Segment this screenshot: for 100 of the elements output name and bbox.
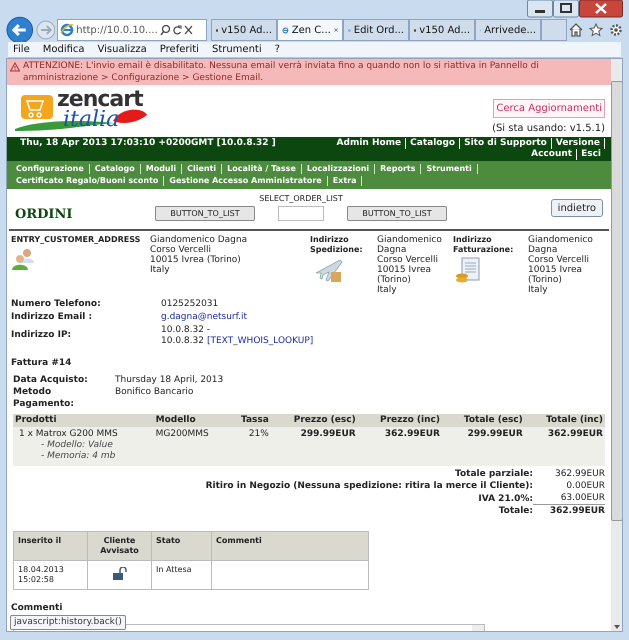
- list-button[interactable]: BUTTON_TO_LIST: [347, 206, 447, 221]
- warning-icon: [10, 62, 20, 72]
- invoice-icon: [455, 256, 481, 284]
- field-value: Bonifico Bancario: [115, 386, 194, 399]
- maximize-button[interactable]: [553, 0, 579, 18]
- nav-link[interactable]: Clienti: [182, 164, 222, 174]
- column-header: Prezzo (inc): [358, 414, 442, 427]
- search-icon[interactable]: [160, 24, 170, 36]
- product-attribute: - Memoria: 4 mb: [40, 451, 116, 462]
- total-label: Totale:: [498, 506, 533, 517]
- column-header: Prezzo (esc): [270, 414, 358, 427]
- nav-link[interactable]: Localizzazioni: [302, 164, 376, 174]
- table-cell-text: 18.04.2013 15:02:58: [18, 565, 65, 585]
- header-link[interactable]: Admin Home: [332, 138, 406, 149]
- home-icon[interactable]: [569, 23, 583, 37]
- column-header: Totale (inc): [524, 414, 605, 427]
- comments-heading: Commenti: [10, 602, 64, 615]
- close-icon[interactable]: [184, 24, 193, 36]
- whois-link[interactable]: [TEXT_WHOIS_LOOKUP]: [206, 336, 314, 346]
- nav-link[interactable]: Configurazione: [11, 164, 90, 174]
- product-attribute: - Modello: Value: [40, 440, 114, 451]
- browser-tab[interactable]: v150 Ad...: [409, 19, 475, 41]
- scroll-down-arrow[interactable]: [613, 623, 621, 631]
- table-cell-text: 362.99EUR: [384, 429, 440, 440]
- close-icon[interactable]: [334, 26, 338, 34]
- total-label: Ritiro in Negozio (Nessuna spedizione: ritira la merce il Cliente):: [206, 481, 533, 492]
- table-cell-text: In Attesa: [156, 565, 193, 575]
- tab-label: Edit Ord...: [354, 24, 404, 38]
- header-link[interactable]: Esci: [577, 149, 605, 160]
- address-text: Giandomenico Dagna Corso Vercelli 10015 Ivrea (Torino) Italy: [377, 234, 443, 294]
- users-icon: [11, 246, 37, 270]
- header-link[interactable]: Sito di Supporto: [460, 138, 552, 149]
- minimize-button[interactable]: [527, 0, 553, 18]
- nav-link[interactable]: Strumenti: [421, 164, 478, 174]
- address-label: ENTRY_CUSTOMER_ADDRESS: [11, 234, 142, 244]
- table-cell-text: 299.99EUR: [300, 429, 356, 440]
- tab-label: Zen C...: [292, 24, 331, 38]
- column-header: Inserito il: [14, 532, 88, 560]
- address-text: Giandomenico Dagna Corso Vercelli 10015 Ivrea (Torino) Italy: [150, 234, 248, 276]
- nav-link[interactable]: Certificato Regalo/Buoni sconto: [11, 176, 164, 186]
- menu-item[interactable]: Visualizza: [98, 42, 147, 57]
- table-cell-text: 299.99EUR: [466, 429, 523, 440]
- menu-item[interactable]: Preferiti: [160, 42, 199, 57]
- email-link[interactable]: g.dagna@netsurf.it: [161, 312, 248, 322]
- tab-label: v150 Ad...: [221, 24, 272, 38]
- menu-item[interactable]: ?: [274, 42, 280, 57]
- table-cell-text: 1 x Matrox G200 MMS: [19, 429, 119, 440]
- column-header: Totale (esc): [442, 414, 525, 427]
- page-title: ORDINI: [15, 206, 74, 224]
- total-value: 362.99EUR: [548, 506, 605, 517]
- refresh-icon[interactable]: [172, 24, 182, 36]
- column-header: Tassa: [228, 414, 271, 427]
- date-time: Thu, 18 Apr 2013 17:03:10 +0200GMT [10.0.8.32 ]: [19, 138, 277, 150]
- list-button[interactable]: BUTTON_TO_LIST: [155, 206, 255, 221]
- menu-item[interactable]: Modifica: [42, 42, 85, 57]
- address-bar[interactable]: http://10.0.10....: [57, 19, 207, 41]
- nav-link[interactable]: Extra: [328, 176, 362, 186]
- scrollbar[interactable]: [611, 59, 622, 631]
- close-button[interactable]: [579, 0, 623, 18]
- table-cell-text: MG200MMS: [156, 429, 210, 440]
- nav-link[interactable]: Catalogo: [90, 164, 141, 174]
- header-link[interactable]: Versione: [552, 138, 605, 149]
- table-cell-text: 362.99EUR: [546, 429, 603, 440]
- menu-item[interactable]: Strumenti: [212, 42, 262, 57]
- browser-tab[interactable]: Arrivede...: [475, 19, 541, 41]
- nav-link[interactable]: Moduli: [140, 164, 182, 174]
- nav-link[interactable]: Reports: [375, 164, 422, 174]
- column-header: Commenti: [212, 532, 368, 560]
- list-label: SELECT_ORDER_LIST: [259, 193, 343, 205]
- browser-tab[interactable]: Edit Ord...: [343, 19, 409, 41]
- field-label: Indirizzo IP:: [11, 330, 72, 341]
- header-link[interactable]: Catalogo: [406, 138, 460, 149]
- update-button[interactable]: Cerca Aggiornamenti: [493, 99, 605, 118]
- browser-tab[interactable]: Zen C...: [277, 19, 343, 41]
- address-text: http://10.0.10....: [76, 24, 158, 38]
- back-button[interactable]: indietro: [550, 199, 603, 217]
- total-value: 362.99EUR: [554, 469, 605, 480]
- tab-label: v150 Ad...: [419, 24, 470, 38]
- back-button[interactable]: [6, 16, 34, 44]
- nav-link[interactable]: Gestione Accesso Amministratore: [164, 176, 328, 186]
- field-label: Data Acquisto:: [13, 374, 89, 386]
- menu-item[interactable]: File: [13, 42, 30, 57]
- column-header: Cliente Avvisato: [88, 532, 152, 560]
- column-header: Modello: [154, 414, 229, 427]
- version-text: (Si sta usando: v1.5.1): [492, 122, 605, 136]
- status-tooltip: javascript:history.back(): [10, 614, 126, 630]
- star-icon[interactable]: [589, 23, 603, 37]
- nav-link[interactable]: Località / Tasse: [222, 164, 302, 174]
- column-header: Prodotti: [13, 414, 154, 427]
- tab-label: Arrivede...: [484, 24, 536, 38]
- table-cell-text: 21%: [248, 429, 269, 440]
- header-link[interactable]: Account: [527, 149, 578, 160]
- order-list-field[interactable]: [278, 206, 324, 221]
- warning-text: ATTENZIONE: L'invio email è disabilitato. Nessuna email verrà inviata fino a quando non lo si riattiva in Pannello di amministrazione > Configurazione > Gestione Email.: [23, 60, 540, 84]
- settings-icon[interactable]: [609, 23, 623, 37]
- field-label: Metodo Pagamento:: [13, 386, 75, 410]
- scrollbar-thumb[interactable]: [611, 81, 622, 521]
- browser-tab[interactable]: v150 Ad...: [211, 19, 277, 41]
- total-label: IVA 21.0%:: [478, 494, 533, 504]
- address-label: Indirizzo Spedizione:: [310, 234, 364, 254]
